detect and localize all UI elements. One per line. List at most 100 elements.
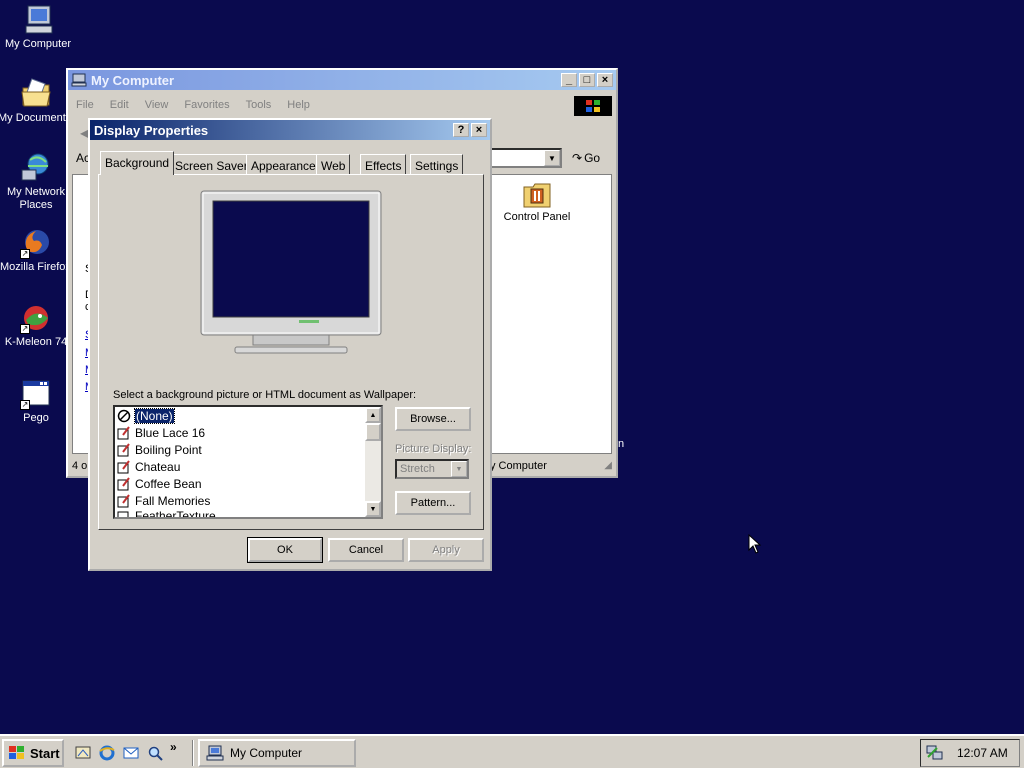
tab-appearance[interactable]: Appearance [246, 154, 321, 174]
shortcut-arrow-icon: ↗ [20, 249, 30, 259]
clock[interactable]: 12:07 AM [957, 746, 1008, 760]
tab-strip: Background Screen Saver Appearance Web E… [98, 150, 482, 176]
monitor-graphic [200, 190, 382, 354]
list-item-label: Boiling Point [135, 442, 202, 457]
dropdown-arrow-icon[interactable]: ▼ [544, 150, 560, 166]
desktop-icon-my-documents[interactable]: My Documents [0, 78, 74, 125]
help-button[interactable]: ? [453, 123, 469, 137]
computer-icon [206, 745, 224, 761]
scroll-down-button[interactable]: ▼ [365, 501, 381, 517]
task-button-my-computer[interactable]: My Computer [198, 739, 356, 767]
shortcut-arrow-icon: ↗ [20, 400, 30, 410]
list-item-label: FeatherTexture [135, 509, 216, 517]
pattern-button[interactable]: Pattern... [395, 491, 471, 515]
desktop-icon-pego[interactable]: ↗ Pego [0, 378, 74, 425]
desktop-icon-label: My Documents [0, 112, 72, 124]
pattern-label: Pattern... [410, 497, 456, 509]
picture-display-label: Picture Display: [395, 443, 472, 455]
browse-label: Browse... [410, 413, 456, 425]
tab-label: Effects [365, 159, 402, 173]
tab-label: Web [321, 159, 346, 173]
tab-settings[interactable]: Settings [410, 154, 464, 174]
go-label: Go [584, 151, 601, 165]
apply-label: Apply [432, 544, 460, 556]
system-tray: 12:07 AM [920, 739, 1020, 767]
list-item[interactable]: Boiling Point [115, 441, 381, 458]
my-computer-titlebar[interactable]: My Computer _ □ × [68, 70, 616, 90]
scroll-thumb[interactable] [365, 423, 381, 441]
start-label: Start [30, 745, 60, 761]
show-desktop-icon[interactable] [74, 744, 92, 762]
tab-effects[interactable]: Effects [360, 154, 407, 174]
menu-edit[interactable]: Edit [110, 99, 129, 111]
tab-web[interactable]: Web [316, 154, 351, 174]
paint-bitmap-icon [117, 459, 131, 474]
firefox-icon: ↗ [20, 227, 52, 259]
list-item[interactable]: (None) [115, 407, 381, 424]
taskbar: Start » My Computer 12:07 AM [0, 734, 1024, 768]
tab-background[interactable]: Background [100, 151, 175, 175]
address-field[interactable]: ▼ [490, 148, 562, 168]
paint-bitmap-icon [117, 425, 131, 440]
search-icon[interactable] [146, 744, 164, 762]
dialog-titlebar[interactable]: Display Properties ? × [90, 120, 490, 140]
menu-view[interactable]: View [145, 99, 169, 111]
go-button[interactable]: ↷ Go [572, 149, 600, 167]
list-scrollbar[interactable]: ▲ ▼ [365, 407, 381, 517]
computer-icon [71, 73, 87, 87]
close-button[interactable]: × [471, 123, 487, 137]
list-item[interactable]: Chateau [115, 458, 381, 475]
menu-help[interactable]: Help [287, 99, 310, 111]
fragment-text: n [618, 438, 625, 450]
dropdown-arrow-icon[interactable]: ▼ [451, 461, 467, 477]
desktop-icon-k-meleon[interactable]: ↗ K-Meleon 74 [0, 302, 74, 349]
desktop-icon-mozilla-firefox[interactable]: ↗ Mozilla Firefox [0, 227, 74, 274]
maximize-button[interactable]: □ [579, 73, 595, 87]
menu-bar: File Edit View Favorites Tools Help [68, 94, 616, 116]
monitor-preview [199, 189, 383, 359]
list-item-label: Blue Lace 16 [135, 425, 206, 440]
desktop-icon-label: Mozilla Firefox [0, 261, 71, 273]
documents-folder-icon [20, 78, 52, 110]
minimize-button[interactable]: _ [561, 73, 577, 87]
quick-launch: » [74, 740, 177, 766]
go-arrow-icon: ↷ [572, 151, 583, 165]
apply-button[interactable]: Apply [408, 538, 484, 562]
picture-display-select[interactable]: Stretch ▼ [395, 459, 469, 479]
close-button[interactable]: × [597, 73, 613, 87]
internet-explorer-icon[interactable] [98, 744, 116, 762]
scroll-up-button[interactable]: ▲ [365, 407, 381, 423]
desktop-icon-my-network-places[interactable]: My Network Places [0, 152, 74, 212]
menu-tools[interactable]: Tools [246, 99, 272, 111]
wallpaper-prompt: Select a background picture or HTML docu… [113, 389, 417, 401]
resize-grip-icon[interactable]: ◢ [604, 460, 612, 471]
list-item[interactable]: Coffee Bean [115, 475, 381, 492]
mouse-cursor-icon [748, 533, 762, 556]
network-tray-icon[interactable] [925, 744, 945, 762]
wallpaper-list[interactable]: (None) Blue Lace 16 Boiling Point Chatea… [113, 405, 383, 519]
list-item[interactable]: FeatherTexture [115, 509, 381, 517]
menu-favorites[interactable]: Favorites [184, 99, 229, 111]
quick-launch-chevron[interactable]: » [170, 740, 177, 754]
list-item-label: (None) [134, 407, 175, 424]
list-item[interactable]: Fall Memories [115, 492, 381, 509]
ok-label: OK [277, 544, 293, 556]
desktop-icon-my-computer[interactable]: My Computer [0, 4, 76, 51]
shortcut-arrow-icon: ↗ [20, 324, 30, 334]
desktop-icon-label: Places [19, 199, 53, 211]
start-button[interactable]: Start [2, 739, 64, 767]
browse-button[interactable]: Browse... [395, 407, 471, 431]
desktop-icon-label: Pego [23, 412, 49, 424]
taskbar-separator [192, 740, 194, 766]
tab-screen-saver[interactable]: Screen Saver [170, 154, 253, 174]
cancel-button[interactable]: Cancel [328, 538, 404, 562]
paint-bitmap-icon [117, 476, 131, 491]
none-icon [117, 409, 131, 423]
menu-file[interactable]: File [76, 99, 94, 111]
dialog-title: Display Properties [94, 122, 209, 138]
list-item[interactable]: Blue Lace 16 [115, 424, 381, 441]
control-panel-item[interactable]: Control Panel [497, 179, 577, 223]
network-places-icon [20, 152, 52, 184]
outlook-express-icon[interactable] [122, 744, 140, 762]
ok-button[interactable]: OK [247, 537, 323, 563]
